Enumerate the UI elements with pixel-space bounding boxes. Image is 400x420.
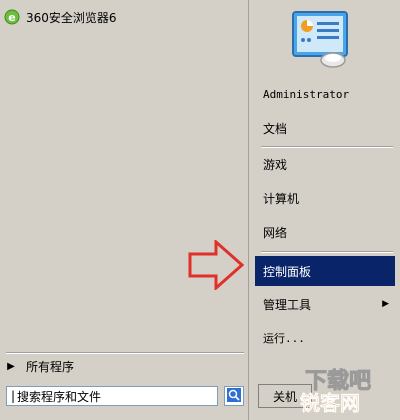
right-divider [261, 146, 393, 148]
control-panel-label: 控制面板 [263, 264, 312, 279]
control-panel-picture-icon[interactable] [289, 6, 353, 70]
admin-tools-label: 管理工具 [263, 297, 312, 312]
svg-text:e: e [8, 11, 15, 24]
menu-item-games[interactable]: 游戏 [255, 150, 395, 178]
menu-item-network[interactable]: 网络 [255, 218, 395, 246]
submenu-arrow-icon: ▶ [382, 299, 389, 309]
documents-label: 文档 [263, 121, 288, 136]
all-programs-button[interactable]: ▶ 所有程序 [4, 356, 242, 376]
start-menu-left-pane: e 360安全浏览器6 ▶ 所有程序 | 搜索程序和文件 [0, 0, 248, 420]
games-label: 游戏 [263, 157, 288, 172]
search-input[interactable]: | 搜索程序和文件 [6, 386, 218, 406]
menu-item-computer[interactable]: 计算机 [255, 184, 395, 212]
program-item-360-browser[interactable]: e 360安全浏览器6 [4, 6, 244, 28]
menu-item-admin-tools[interactable]: 管理工具 ▶ [255, 290, 395, 318]
user-name[interactable]: Administrator [255, 80, 395, 108]
menu-item-documents[interactable]: 文档 [255, 114, 395, 142]
search-placeholder: 搜索程序和文件 [17, 389, 102, 404]
start-menu-right-pane: Administrator 文档 游戏 计算机 网络 控制面板 管理工具 ▶ 运… [248, 0, 400, 420]
browser-e-icon: e [4, 9, 20, 25]
site-watermark: 下载吧 锐客网 [280, 366, 398, 416]
menu-item-run[interactable]: 运行... [255, 324, 395, 352]
user-name-label: Administrator [263, 87, 350, 101]
triangle-right-icon: ▶ [7, 360, 15, 372]
run-label: 运行... [263, 332, 305, 345]
menu-item-control-panel[interactable]: 控制面板 [255, 256, 395, 286]
svg-text:锐客网: 锐客网 [300, 391, 360, 415]
right-divider [261, 251, 393, 253]
text-cursor: | [11, 389, 16, 403]
left-divider [6, 352, 244, 354]
all-programs-label: 所有程序 [26, 359, 75, 374]
network-label: 网络 [263, 225, 288, 240]
program-label: 360安全浏览器6 [26, 10, 117, 25]
search-button[interactable] [224, 386, 244, 406]
computer-label: 计算机 [263, 191, 300, 206]
annotation-arrow-icon [188, 238, 245, 293]
search-icon [227, 387, 241, 405]
